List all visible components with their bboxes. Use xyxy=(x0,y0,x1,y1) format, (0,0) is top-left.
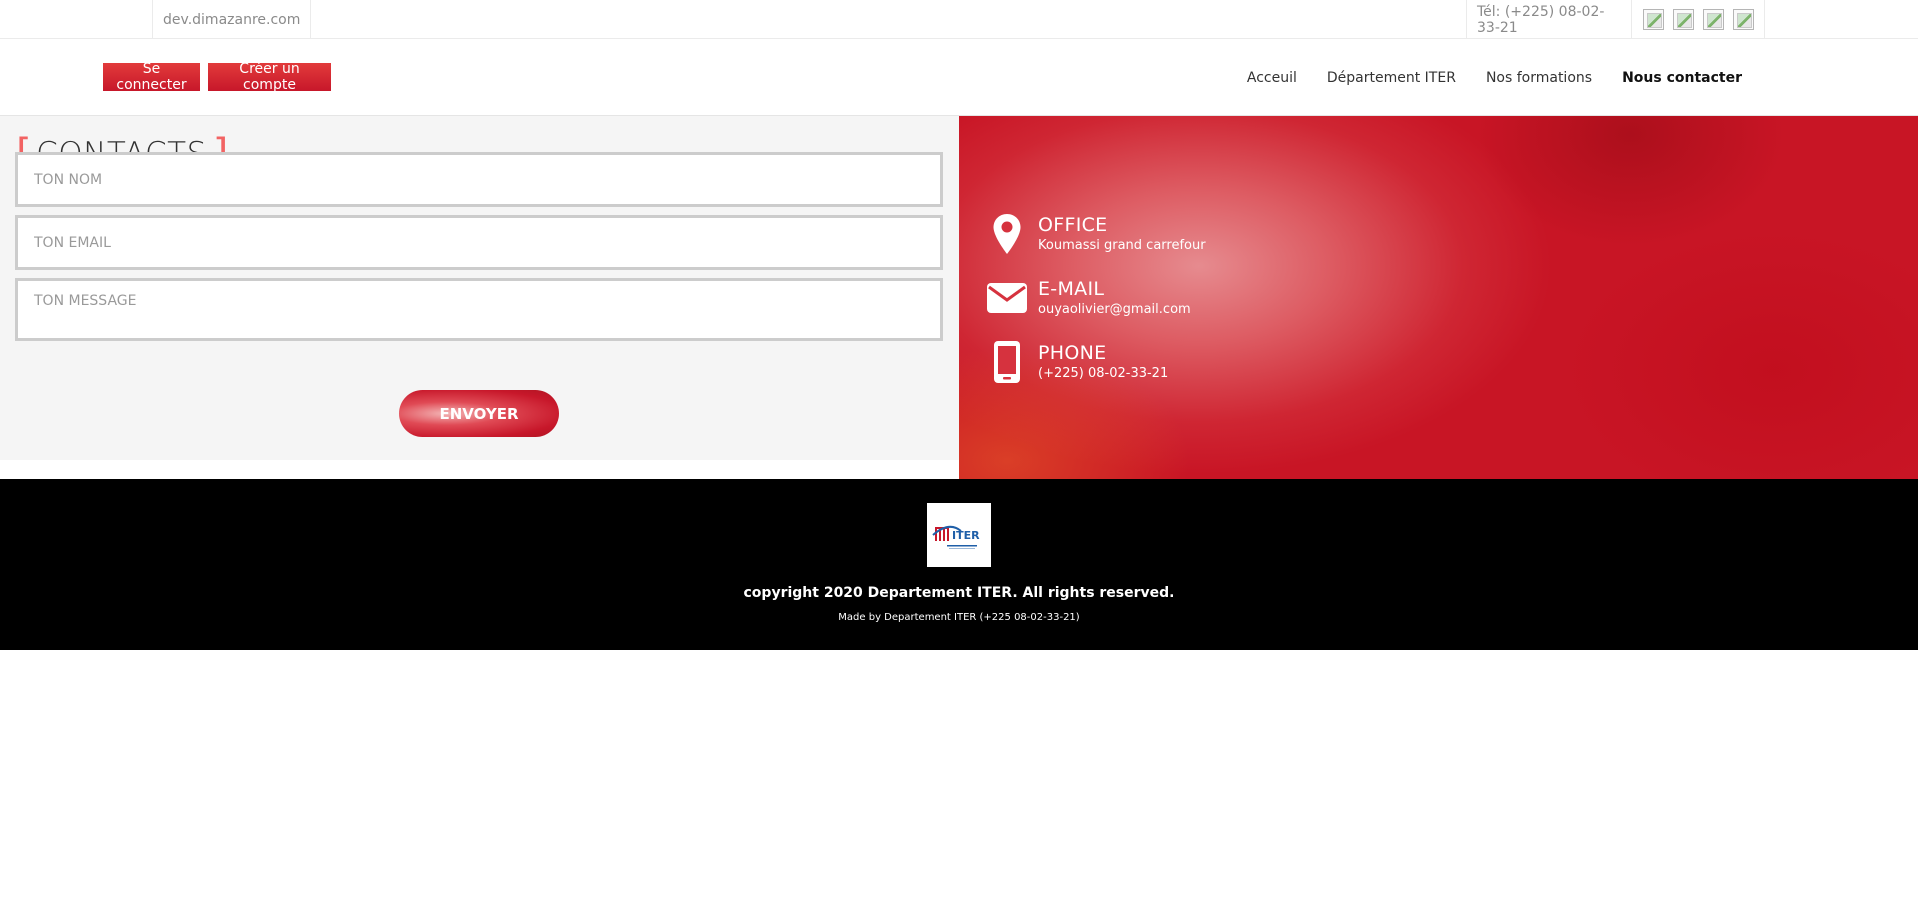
email-input[interactable] xyxy=(15,215,943,270)
email-info: E-MAIL ouyaolivier@gmail.com xyxy=(986,276,1191,320)
mobile-phone-icon xyxy=(986,340,1028,384)
nav-item-contact[interactable]: Nous contacter xyxy=(1622,70,1742,86)
email-value[interactable]: ouyaolivier@gmail.com xyxy=(1038,302,1191,317)
office-label: OFFICE xyxy=(1038,214,1108,236)
name-input[interactable] xyxy=(15,152,943,207)
phone-label: PHONE xyxy=(1038,342,1107,364)
login-button[interactable]: Se connecter xyxy=(103,61,200,93)
map-pin-icon xyxy=(986,212,1028,256)
main-navbar: Se connecter Créer un compte Acceuil Dép… xyxy=(0,39,1918,116)
broken-image-icon[interactable] xyxy=(1733,9,1754,30)
nav-item-formations[interactable]: Nos formations xyxy=(1486,70,1592,86)
broken-image-icon[interactable] xyxy=(1673,9,1694,30)
made-by-text: Made by Departement ITER (+225 08-02-33-… xyxy=(838,612,1080,623)
contact-info-panel: OFFICE Koumassi grand carrefour E-MAIL o… xyxy=(959,116,1918,479)
office-value: Koumassi grand carrefour xyxy=(1038,238,1206,253)
email-label: E-MAIL xyxy=(1038,278,1105,300)
top-bar: dev.dimazanre.com Tél: (+225) 08-02-33-2… xyxy=(0,0,1918,39)
nav-item-department[interactable]: Département ITER xyxy=(1327,70,1456,86)
top-phone: Tél: (+225) 08-02-33-21 xyxy=(1466,0,1632,39)
footer: ITER copyright 2020 Departement ITER. Al… xyxy=(0,479,1918,650)
nav-item-home[interactable]: Acceuil xyxy=(1247,70,1297,86)
broken-image-icon[interactable] xyxy=(1643,9,1664,30)
broken-image-icon[interactable] xyxy=(1703,9,1724,30)
send-button[interactable]: ENVOYER xyxy=(399,390,559,437)
register-button[interactable]: Créer un compte xyxy=(208,61,331,93)
phone-value: (+225) 08-02-33-21 xyxy=(1038,366,1169,381)
office-info: OFFICE Koumassi grand carrefour xyxy=(986,212,1206,256)
envelope-icon xyxy=(986,276,1028,320)
message-textarea[interactable] xyxy=(15,278,943,341)
phone-info: PHONE (+225) 08-02-33-21 xyxy=(986,340,1168,384)
iter-logo-text: ITER xyxy=(952,529,980,542)
social-links xyxy=(1633,0,1765,39)
copyright-text: copyright 2020 Departement ITER. All rig… xyxy=(743,585,1175,601)
contact-form-panel: [ CONTACTS ] ENVOYER xyxy=(0,116,959,460)
iter-logo: ITER xyxy=(927,503,991,567)
site-domain[interactable]: dev.dimazanre.com xyxy=(152,0,312,39)
nav-links: Acceuil Département ITER Nos formations … xyxy=(1247,39,1742,116)
